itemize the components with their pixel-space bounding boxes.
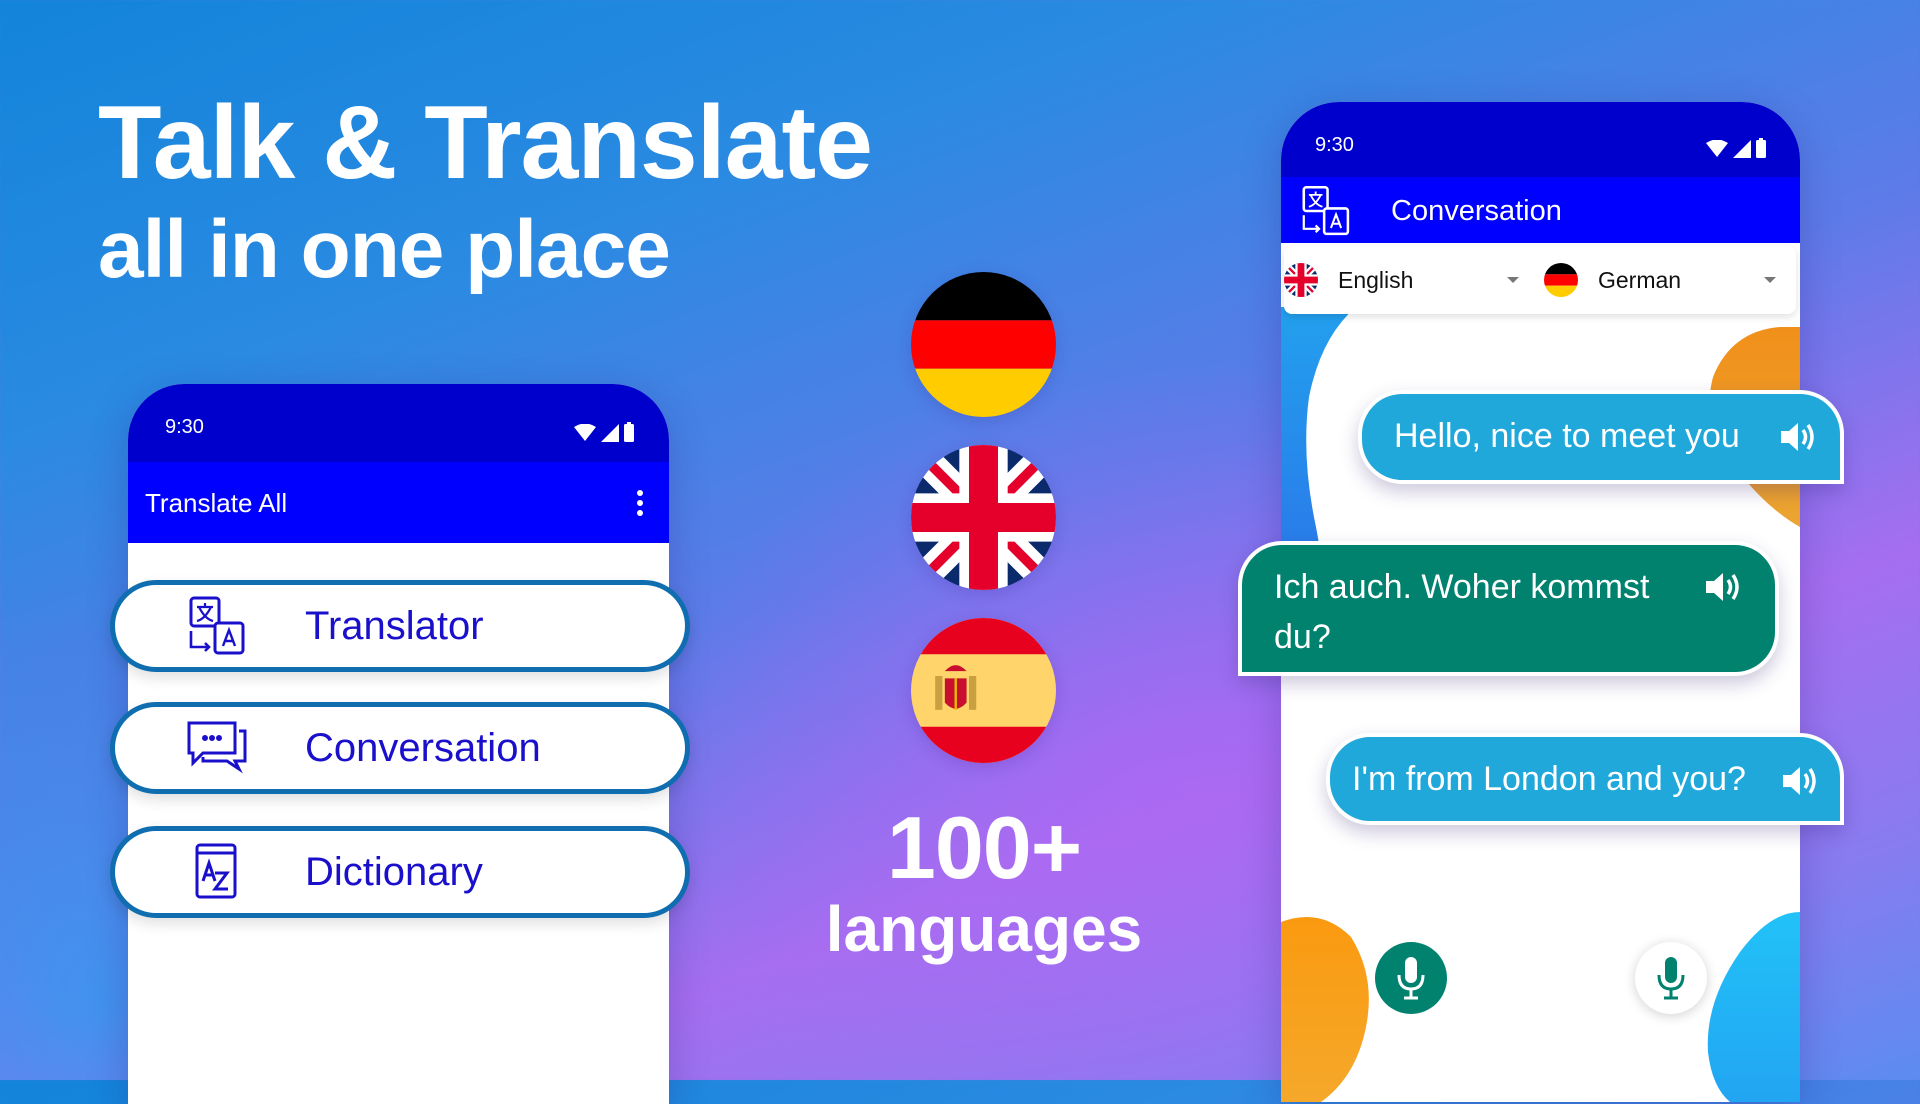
source-language-dropdown[interactable]: English [1284,246,1539,314]
translate-icon [189,596,245,655]
flag-uk-icon [911,445,1056,590]
chat-message: Hello, nice to meet you [1358,390,1844,484]
language-selector: English German [1284,246,1796,314]
signal-icon [601,424,619,442]
speaker-icon[interactable] [1703,567,1743,607]
speaker-icon[interactable] [1780,761,1820,801]
mic-button-source[interactable] [1375,942,1447,1014]
status-time: 9:30 [1315,134,1354,156]
signal-icon [1733,140,1751,158]
chat-bubbles-icon [187,721,247,774]
language-count-label: languages [825,893,1143,965]
wifi-icon [1706,140,1728,157]
menu-item-label: Translator [305,604,484,648]
flag-uk-icon [1284,263,1318,297]
menu-item-label: Dictionary [305,850,483,894]
wifi-icon [574,424,596,441]
decorative-blob-orange-bottom [1281,917,1369,1102]
message-text: Hello, nice to meet you [1394,417,1740,455]
status-bar: 9:30 [1281,102,1800,177]
menu-item-conversation[interactable]: Conversation [110,702,690,794]
mic-button-target[interactable] [1635,942,1707,1014]
language-count: 100+ [886,798,1082,897]
app-title: Conversation [1391,195,1562,227]
status-icons [574,422,634,442]
decorative-blob-blue-bottom [1707,912,1800,1102]
status-time: 9:30 [165,416,204,438]
flag-germany-icon [1544,263,1578,297]
headline-subtitle: all in one place [98,204,671,295]
menu-item-label: Conversation [305,726,541,770]
flag-spain-icon [911,618,1056,763]
status-bar: 9:30 [128,384,669,462]
message-text: Ich auch. Woher kommst du? [1274,568,1650,656]
status-icons [1706,138,1766,158]
translate-icon [1302,185,1350,236]
headline-title: Talk & Translate [98,85,873,201]
app-title: Translate All [145,488,288,518]
flag-germany-icon [911,272,1056,417]
app-bar: Translate All [128,462,669,543]
chat-message: Ich auch. Woher kommst du? [1238,541,1779,676]
battery-icon [1756,138,1766,158]
app-bar: Conversation [1281,177,1800,243]
source-language-label: English [1338,266,1414,293]
battery-icon [624,422,634,442]
chevron-down-icon [1764,277,1776,283]
menu-item-translator[interactable]: Translator [110,580,690,672]
microphone-icon [1397,957,1425,1000]
microphone-icon [1657,957,1685,1000]
target-language-dropdown[interactable]: German [1539,246,1796,314]
message-text: I'm from London and you? [1352,760,1746,798]
menu-item-dictionary[interactable]: Dictionary [110,826,690,918]
target-language-label: German [1598,266,1682,293]
chat-message: I'm from London and you? [1326,733,1844,825]
more-vert-icon[interactable] [636,490,644,518]
speaker-icon[interactable] [1778,417,1818,457]
dictionary-az-icon [195,843,237,899]
chevron-down-icon [1507,277,1519,283]
